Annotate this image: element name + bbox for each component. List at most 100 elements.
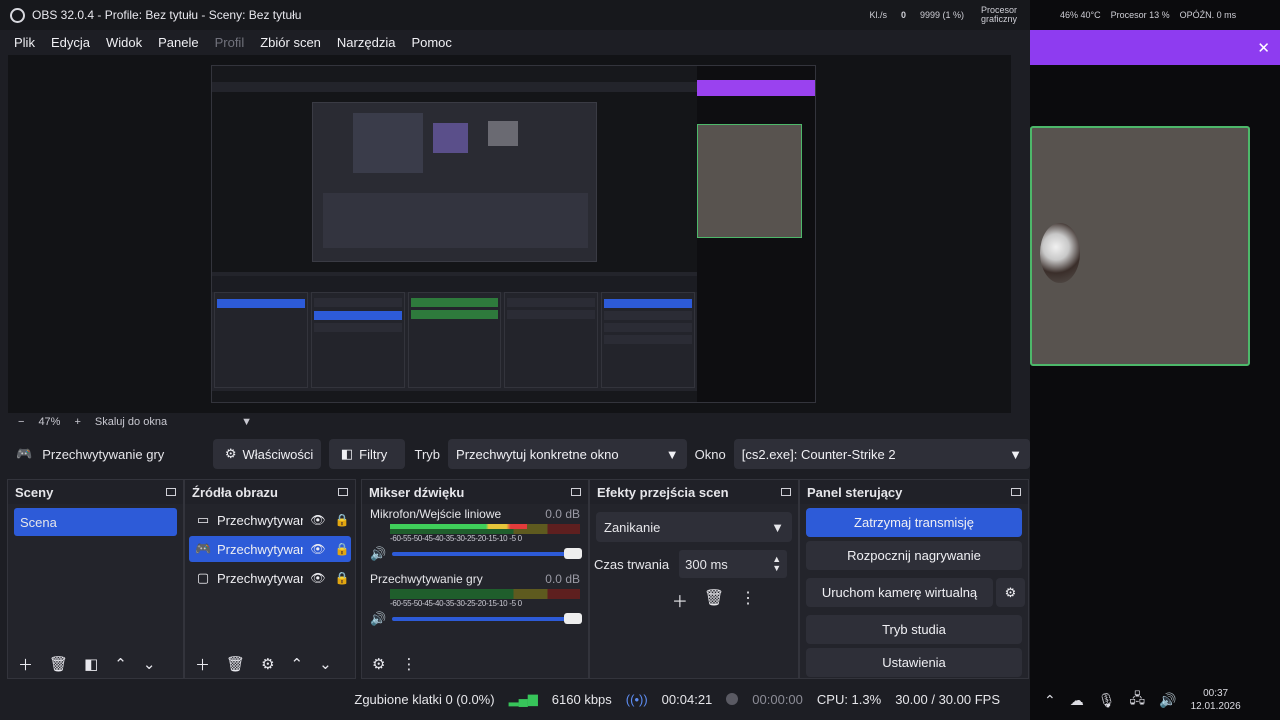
- lock-icon[interactable]: 🔒: [333, 571, 351, 585]
- menu-file[interactable]: Plik: [14, 35, 35, 50]
- mode-select[interactable]: Przechwytuj konkretne okno ▼: [448, 439, 687, 469]
- channel-db: 0.0 dB: [545, 507, 580, 521]
- gear-icon: ⚙: [224, 446, 237, 461]
- eye-icon[interactable]: 👁: [309, 571, 327, 585]
- properties-label: Właściwości: [242, 446, 314, 462]
- scenes-dock-header: Sceny: [8, 480, 183, 504]
- nested-inner-preview: [312, 102, 597, 262]
- virtual-camera-settings-button[interactable]: ⚙: [996, 578, 1025, 607]
- volume-slider[interactable]: [392, 613, 582, 624]
- undock-icon[interactable]: [571, 488, 581, 496]
- add-icon[interactable]: ＋: [18, 654, 33, 675]
- studio-mode-button[interactable]: Tryb studia: [806, 615, 1022, 644]
- window-title: OBS 32.0.4 - Profile: Bez tytułu - Sceny…: [32, 8, 302, 22]
- stream-icon: ((•)): [625, 691, 648, 707]
- menu-profile[interactable]: Profil: [215, 35, 245, 50]
- zoom-in-button[interactable]: +: [74, 416, 80, 428]
- undock-icon[interactable]: [166, 488, 176, 496]
- source-item[interactable]: ▭ Przechwytywar 👁 🔒: [189, 507, 351, 533]
- system-tray: ⌃ ☁ 🎙 🖧 🔊 00:37 12.01.2026: [1030, 680, 1280, 720]
- channel-db: 0.0 dB: [545, 572, 580, 586]
- menu-scene-collection[interactable]: Zbiór scen: [260, 35, 321, 50]
- cloud-icon[interactable]: ☁: [1070, 692, 1084, 709]
- mode-select-value: Przechwytuj konkretne okno: [456, 446, 619, 462]
- preview-canvas[interactable]: [8, 55, 1011, 413]
- speaker-icon[interactable]: 🔊: [1159, 692, 1176, 709]
- move-down-icon[interactable]: ⌄: [319, 655, 332, 673]
- more-icon[interactable]: ⋮: [401, 655, 416, 673]
- window-select[interactable]: [cs2.exe]: Counter-Strike 2 ▼: [733, 439, 1030, 469]
- selected-source-name: Przechwytywanie gry: [42, 446, 165, 462]
- obs-logo-icon: [10, 7, 25, 23]
- menu-help[interactable]: Pomoc: [411, 35, 451, 50]
- close-icon[interactable]: ✕: [1257, 39, 1270, 57]
- stop-stream-button[interactable]: Zatrzymaj transmisję: [806, 508, 1022, 537]
- webcam-feed: [1030, 126, 1250, 366]
- network-icon[interactable]: 🖧: [1130, 688, 1146, 712]
- record-time: 00:00:00: [752, 691, 803, 707]
- speaker-icon[interactable]: 🔊: [370, 611, 386, 627]
- filter-icon[interactable]: ◧: [84, 655, 98, 673]
- more-icon[interactable]: ⋮: [740, 588, 756, 612]
- add-icon[interactable]: ＋: [195, 654, 210, 675]
- source-item[interactable]: 🎮 Przechwytywar 👁 🔒: [189, 536, 351, 562]
- menu-tools[interactable]: Narzędzia: [337, 35, 396, 50]
- source-item[interactable]: ▢ Przechwytywar 👁 🔒: [189, 565, 351, 591]
- meter-ticks: -60-55-50-45-40-35-30-25-20-15-10 -5 0: [390, 599, 522, 608]
- undock-icon[interactable]: [338, 488, 348, 496]
- menu-edit[interactable]: Edycja: [51, 35, 90, 50]
- virtual-cam-row: Uruchom kamerę wirtualną ⚙: [800, 574, 1028, 611]
- gear-icon[interactable]: ⚙: [261, 655, 274, 673]
- undock-icon[interactable]: [781, 488, 791, 496]
- start-recording-button[interactable]: Rozpocznij nagrywanie: [806, 541, 1022, 570]
- eye-icon[interactable]: 👁: [309, 542, 327, 556]
- eye-icon[interactable]: 👁: [309, 513, 327, 527]
- chevron-up-icon[interactable]: ⌃: [1044, 692, 1056, 709]
- duration-label: Czas trwania: [594, 556, 670, 572]
- lock-icon[interactable]: 🔒: [333, 542, 351, 556]
- selected-source: 🎮 Przechwytywanie gry: [16, 446, 205, 462]
- zoom-dropdown-icon[interactable]: ▼: [241, 416, 252, 428]
- spin-arrows-icon[interactable]: ▲ ▼: [772, 555, 781, 573]
- status-bar: Zgubione klatki 0 (0.0%) ▂▄▆ 6160 kbps (…: [0, 684, 1030, 714]
- virtual-camera-button[interactable]: Uruchom kamerę wirtualną: [806, 578, 993, 607]
- lock-icon[interactable]: 🔒: [333, 513, 351, 527]
- clock[interactable]: 00:37 12.01.2026: [1191, 687, 1241, 713]
- speaker-icon[interactable]: 🔊: [370, 546, 386, 562]
- window-select-value: [cs2.exe]: Counter-Strike 2: [741, 446, 896, 462]
- filters-button[interactable]: ◧ Filtry: [328, 439, 405, 469]
- menu-docks[interactable]: Panele: [158, 35, 198, 50]
- settings-button[interactable]: Ustawienia: [806, 648, 1022, 677]
- source-item-label: Przechwytywar: [217, 512, 303, 528]
- net-stat: Kl./s: [869, 10, 887, 20]
- volume-slider[interactable]: [392, 548, 582, 559]
- filters-label: Filtry: [359, 446, 388, 462]
- mode-label: Tryb: [414, 446, 441, 462]
- zoom-mode-label[interactable]: Skaluj do okna: [95, 416, 167, 428]
- duration-input[interactable]: 300 ms ▲ ▼: [679, 550, 788, 578]
- gpu-stat: Procesor graficzny: [980, 5, 1017, 24]
- scenes-toolbar: ＋ 🗑 ◧ ⌃ ⌄: [8, 650, 183, 678]
- bitrate: 6160 kbps: [551, 691, 612, 707]
- move-up-icon[interactable]: ⌃: [291, 655, 304, 673]
- trash-icon[interactable]: 🗑: [49, 655, 68, 673]
- zoom-value: 47%: [38, 416, 61, 428]
- volume-slider-knob[interactable]: [564, 548, 582, 559]
- trash-icon[interactable]: 🗑: [704, 588, 724, 612]
- menu-view[interactable]: Widok: [106, 35, 142, 50]
- scene-item[interactable]: Scena: [14, 508, 177, 536]
- transition-select[interactable]: Zanikanie ▼: [596, 512, 792, 542]
- zoom-out-button[interactable]: −: [18, 416, 24, 428]
- trash-icon[interactable]: 🗑: [226, 655, 245, 673]
- net-stat-value: 0: [900, 10, 906, 20]
- advanced-audio-icon[interactable]: ⚙: [372, 655, 385, 673]
- volume-slider-knob[interactable]: [564, 613, 582, 624]
- undock-icon[interactable]: [1011, 488, 1021, 496]
- sources-dock-header: Źródła obrazu: [185, 480, 355, 504]
- move-down-icon[interactable]: ⌄: [143, 655, 156, 673]
- microphone-icon[interactable]: 🎙: [1098, 692, 1116, 709]
- nested-right-panel: [697, 66, 815, 402]
- properties-button[interactable]: ⚙ Właściwości: [212, 439, 321, 469]
- move-up-icon[interactable]: ⌃: [114, 655, 127, 673]
- add-icon[interactable]: ＋: [672, 588, 688, 612]
